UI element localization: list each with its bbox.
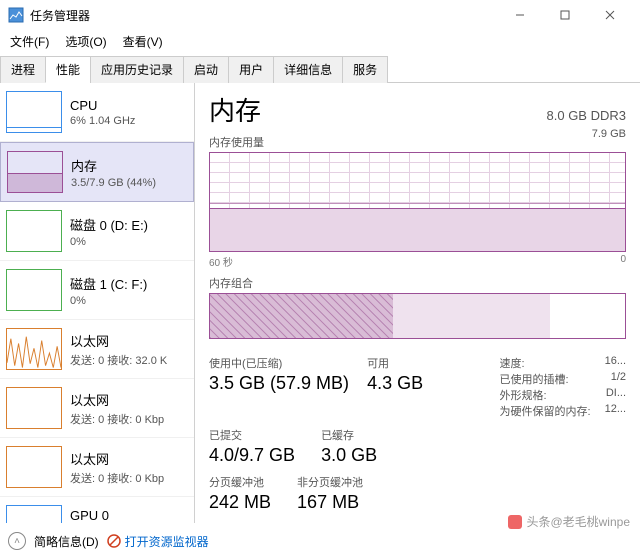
fewer-details-link[interactable]: 简略信息(D) [34, 533, 99, 550]
memory-usage-chart [209, 152, 626, 252]
titlebar: 任务管理器 [0, 0, 640, 30]
chevron-up-icon[interactable]: ˄ [8, 532, 26, 550]
eth0-sparkline [6, 328, 62, 370]
open-resmon-link[interactable]: 打开资源监视器 [107, 533, 209, 550]
maximize-button[interactable] [542, 0, 587, 30]
commit-label: 已提交 [209, 427, 295, 443]
sidebar-eth2-sub: 发送: 0 接收: 0 Kbp [70, 470, 164, 486]
usage-label: 内存使用量 [209, 134, 264, 150]
disk1-sparkline [6, 269, 62, 311]
watermark-logo-icon [508, 515, 522, 529]
sidebar-eth1-sub: 发送: 0 接收: 0 Kbp [70, 411, 164, 427]
app-icon [8, 7, 24, 23]
composition-label: 内存组合 [209, 275, 626, 291]
sidebar-disk0-sub: 0% [70, 236, 148, 248]
memory-sparkline [7, 151, 63, 193]
resmon-icon [107, 534, 121, 548]
eth1-sparkline [6, 387, 62, 429]
sidebar-cpu-sub: 6% 1.04 GHz [70, 115, 135, 127]
cpu-sparkline [6, 91, 62, 133]
sidebar-item-cpu[interactable]: CPU 6% 1.04 GHz [0, 83, 194, 142]
sidebar[interactable]: CPU 6% 1.04 GHz 内存 3.5/7.9 GB (44%) 磁盘 0 (… [0, 83, 195, 523]
commit-value: 4.0/9.7 GB [209, 445, 295, 466]
watermark: 头条@老毛桃winpe [508, 513, 630, 530]
inuse-label: 使用中(已压缩) [209, 355, 349, 371]
axis-left: 60 秒 [209, 254, 233, 269]
sidebar-eth0-sub: 发送: 0 接收: 32.0 K [70, 352, 167, 368]
tabs: 进程 性能 应用历史记录 启动 用户 详细信息 服务 [0, 56, 640, 83]
inuse-value: 3.5 GB (57.9 MB) [209, 373, 349, 394]
sidebar-item-disk0[interactable]: 磁盘 0 (D: E:) 0% [0, 202, 194, 261]
eth2-sparkline [6, 446, 62, 488]
window-title: 任务管理器 [30, 7, 497, 24]
sidebar-mem-sub: 3.5/7.9 GB (44%) [71, 177, 156, 189]
tab-users[interactable]: 用户 [228, 56, 274, 83]
sidebar-item-eth1[interactable]: 以太网发送: 0 接收: 0 Kbp [0, 379, 194, 438]
sidebar-disk1-title: 磁盘 1 (C: F:) [70, 274, 147, 293]
cached-value: 3.0 GB [321, 445, 377, 466]
paged-value: 242 MB [209, 492, 271, 513]
avail-label: 可用 [367, 355, 423, 371]
tab-processes[interactable]: 进程 [0, 56, 46, 83]
disk0-sparkline [6, 210, 62, 252]
gpu-sparkline [6, 505, 62, 523]
watermark-text: 头条@老毛桃winpe [526, 513, 630, 530]
sidebar-item-memory[interactable]: 内存 3.5/7.9 GB (44%) [0, 142, 194, 202]
nonpaged-label: 非分页缓冲池 [297, 474, 363, 490]
tab-services[interactable]: 服务 [342, 56, 388, 83]
sidebar-disk1-sub: 0% [70, 295, 147, 307]
menubar: 文件(F) 选项(O) 查看(V) [0, 30, 640, 52]
memory-composition-chart [209, 293, 626, 339]
menu-view[interactable]: 查看(V) [117, 31, 169, 52]
main-panel: 内存 8.0 GB DDR3 内存使用量 7.9 GB 60 秒 0 内存组合 … [195, 83, 640, 523]
axis-right: 0 [620, 254, 626, 269]
tab-performance[interactable]: 性能 [45, 56, 91, 83]
sidebar-gpu-title: GPU 0 [70, 508, 109, 523]
menu-options[interactable]: 选项(O) [59, 31, 112, 52]
usage-max: 7.9 GB [592, 128, 626, 150]
sidebar-disk0-title: 磁盘 0 (D: E:) [70, 215, 148, 234]
right-stats: 速度:16... 已使用的插槽:1/2 外形规格:DI... 为硬件保留的内存:… [500, 355, 626, 419]
sidebar-item-eth0[interactable]: 以太网发送: 0 接收: 32.0 K [0, 320, 194, 379]
footer: ˄ 简略信息(D) 打开资源监视器 [8, 532, 632, 550]
sidebar-item-disk1[interactable]: 磁盘 1 (C: F:) 0% [0, 261, 194, 320]
sidebar-cpu-title: CPU [70, 98, 135, 113]
memory-spec: 8.0 GB DDR3 [547, 108, 626, 123]
close-button[interactable] [587, 0, 632, 30]
paged-label: 分页缓冲池 [209, 474, 271, 490]
sidebar-mem-title: 内存 [71, 156, 156, 175]
tab-details[interactable]: 详细信息 [273, 56, 343, 83]
sidebar-eth2-title: 以太网 [70, 449, 164, 468]
sidebar-eth0-title: 以太网 [70, 331, 167, 350]
sidebar-eth1-title: 以太网 [70, 390, 164, 409]
main-title: 内存 [209, 91, 261, 128]
sidebar-item-eth2[interactable]: 以太网发送: 0 接收: 0 Kbp [0, 438, 194, 497]
menu-file[interactable]: 文件(F) [4, 31, 55, 52]
avail-value: 4.3 GB [367, 373, 423, 394]
cached-label: 已缓存 [321, 427, 377, 443]
minimize-button[interactable] [497, 0, 542, 30]
tab-startup[interactable]: 启动 [183, 56, 229, 83]
nonpaged-value: 167 MB [297, 492, 363, 513]
sidebar-item-gpu[interactable]: GPU 0 [0, 497, 194, 523]
tab-history[interactable]: 应用历史记录 [90, 56, 184, 83]
